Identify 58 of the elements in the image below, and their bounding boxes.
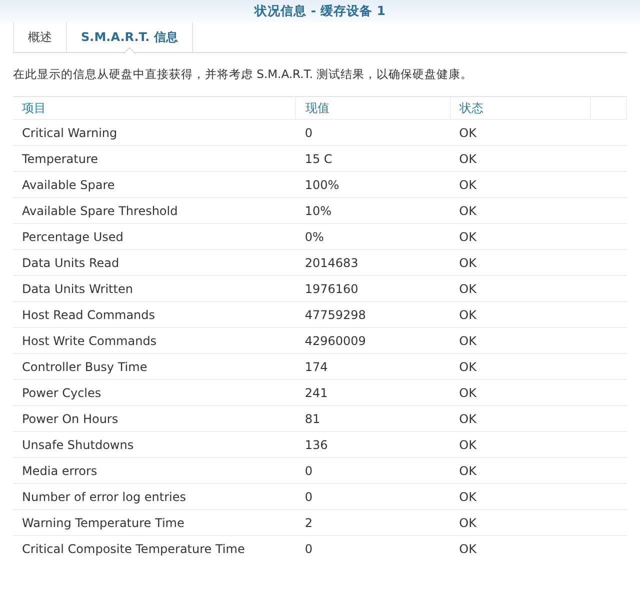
table-cell: 15 C <box>304 152 332 166</box>
table-cell: 2014683 <box>304 256 358 270</box>
table-cell: OK <box>459 516 476 530</box>
table-cell: Power Cycles <box>22 386 102 400</box>
table-cell: 174 <box>304 360 328 374</box>
table-cell: OK <box>459 542 476 556</box>
table-cell: Critical Warning <box>22 126 118 140</box>
table-cell: OK <box>459 152 476 166</box>
table-cell: OK <box>459 308 476 322</box>
table-cell: Warning Temperature Time <box>22 516 184 530</box>
tab[interactable]: 概述 <box>13 22 66 52</box>
table-cell: 47759298 <box>304 308 366 322</box>
table-cell: OK <box>459 230 476 244</box>
table-cell: Available Spare <box>22 178 115 192</box>
table-cell: Percentage Used <box>22 230 124 244</box>
column-header[interactable]: 项目 <box>13 96 296 120</box>
table-cell: OK <box>459 282 476 296</box>
table-cell: Power On Hours <box>22 412 118 426</box>
table-cell: Number of error log entries <box>22 490 186 504</box>
table-cell: 81 <box>304 412 320 426</box>
table-cell: 0 <box>304 542 312 556</box>
table-cell: OK <box>459 334 476 348</box>
table-cell: 100% <box>304 178 340 192</box>
column-header[interactable]: 状态 <box>450 96 591 120</box>
table-cell: Controller Busy Time <box>22 360 148 374</box>
window-title: 状况信息 - 缓存设备 1 <box>254 2 386 20</box>
table-cell: OK <box>459 412 476 426</box>
table-cell: Available Spare Threshold <box>22 204 178 218</box>
table-cell: 1976160 <box>304 282 358 296</box>
description: 在此显示的信息从硬盘中直接获得，并将考虑 S.M.A.R.T. 测试结果，以确保硬盘健康。 <box>13 67 474 82</box>
table-cell: OK <box>459 126 476 140</box>
table-cell: Temperature <box>22 152 98 166</box>
table-cell: 2 <box>304 516 312 530</box>
table-cell: 0 <box>304 126 312 140</box>
table-cell: 0% <box>304 230 324 244</box>
table-cell: 0 <box>304 490 312 504</box>
table-cell: Data Units Read <box>22 256 120 270</box>
tab[interactable]: S.M.A.R.T. 信息 <box>66 22 193 52</box>
table-cell: OK <box>459 464 476 478</box>
table-cell: Host Read Commands <box>22 308 156 322</box>
table-cell: OK <box>459 386 476 400</box>
table-cell: OK <box>459 438 476 452</box>
table-cell: Critical Composite Temperature Time <box>22 542 245 556</box>
table-cell: OK <box>459 256 476 270</box>
table-cell: Unsafe Shutdowns <box>22 438 134 452</box>
table-cell: Host Write Commands <box>22 334 157 348</box>
table-cell: 241 <box>304 386 328 400</box>
table-cell: Media errors <box>22 464 98 478</box>
table-cell: 0 <box>304 464 312 478</box>
table-cell: OK <box>459 360 476 374</box>
table-cell: 136 <box>304 438 328 452</box>
table-cell: OK <box>459 490 476 504</box>
table-cell: 42960009 <box>304 334 366 348</box>
column-header[interactable]: 现值 <box>296 96 450 120</box>
table-cell: OK <box>459 178 476 192</box>
table-cell: OK <box>459 204 476 218</box>
table-cell: Data Units Written <box>22 282 133 296</box>
table-cell: 10% <box>304 204 332 218</box>
